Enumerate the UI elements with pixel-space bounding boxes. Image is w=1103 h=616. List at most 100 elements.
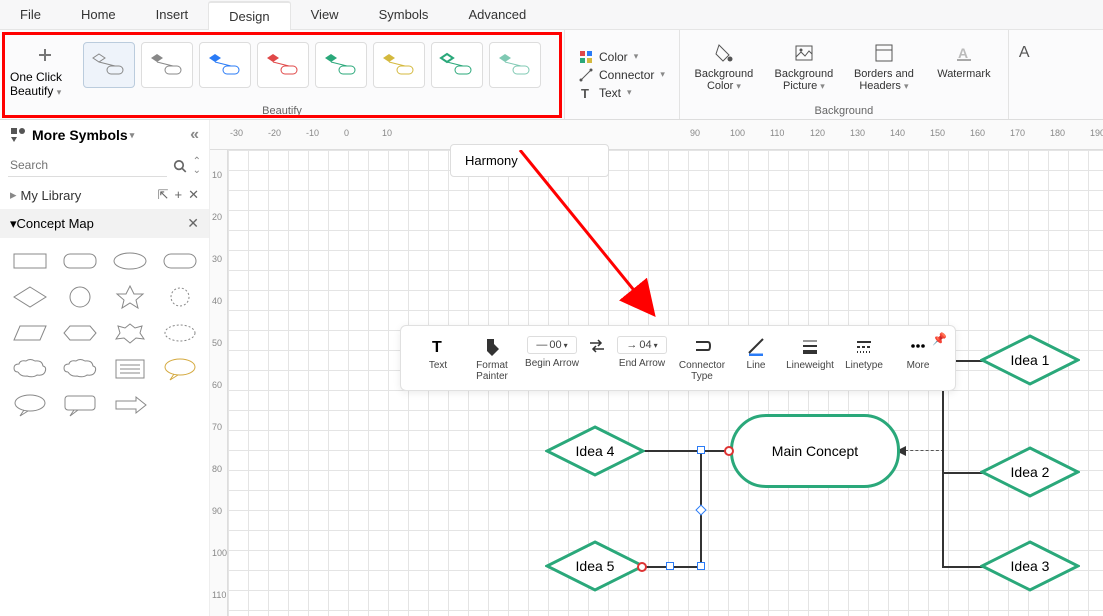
sel-handle-bot-l[interactable] — [666, 562, 674, 570]
beautify-group-label: Beautify — [262, 105, 302, 117]
shape-roundrect[interactable] — [58, 246, 102, 276]
svg-text:T: T — [581, 86, 589, 100]
node-idea3[interactable]: Idea 3 — [980, 540, 1080, 592]
conn-point-main[interactable] — [724, 446, 734, 456]
category-concept-map[interactable]: ▾ Concept Map ✕ — [0, 209, 209, 238]
shape-star[interactable] — [108, 282, 152, 312]
my-library-row[interactable]: ▸ My Library ⇱ + ✕ — [0, 181, 209, 209]
sidebar: More Symbols▾ « ⌃⌄ ▸ My Library ⇱ + ✕ ▾ … — [0, 120, 210, 616]
shape-note[interactable] — [108, 354, 152, 384]
svg-text:T: T — [432, 339, 442, 356]
beautify-group: One Click Beautify ▾ Beautify — [0, 30, 564, 119]
theme-thumb-4[interactable] — [257, 42, 309, 88]
tab-advanced[interactable]: Advanced — [448, 1, 546, 28]
background-color-button[interactable]: Background Color ▾ — [684, 38, 764, 92]
ft-begin-arrow-select[interactable]: —00▾Begin Arrow — [519, 332, 585, 384]
shape-circle[interactable] — [58, 282, 102, 312]
shape-speech-yellow[interactable] — [158, 354, 202, 384]
tab-design[interactable]: Design — [208, 1, 290, 31]
theme-thumb-2[interactable] — [141, 42, 193, 88]
ft-lineweight-button[interactable]: Lineweight — [783, 332, 837, 384]
shape-cloud2[interactable] — [58, 354, 102, 384]
ribbon-overflow[interactable]: A — [1008, 30, 1038, 119]
shape-palette — [0, 238, 209, 428]
theme-thumb-1[interactable] — [83, 42, 135, 88]
shapes-icon — [10, 127, 26, 143]
close-category-icon[interactable]: ✕ — [187, 215, 199, 232]
scroll-buttons[interactable]: ⌃⌄ — [193, 157, 201, 175]
theme-thumb-3[interactable] — [199, 42, 251, 88]
ruler-horizontal: -30-20-100109010011012013014015016017018… — [210, 120, 1103, 150]
ft-connector-type-button[interactable]: Connector Type — [675, 332, 729, 384]
edge-right-trunk[interactable] — [942, 360, 944, 568]
shape-burst[interactable] — [158, 282, 202, 312]
shape-arrow-block[interactable] — [108, 390, 152, 420]
edge-vertical-selected[interactable] — [700, 450, 702, 510]
sparkle-icon — [34, 44, 56, 66]
sel-handle-bot[interactable] — [697, 562, 705, 570]
tab-symbols[interactable]: Symbols — [359, 1, 449, 28]
shape-hexagon[interactable] — [58, 318, 102, 348]
shape-pill[interactable] — [158, 246, 202, 276]
edge-main-right[interactable] — [900, 450, 944, 452]
shape-spiky[interactable] — [108, 318, 152, 348]
shape-cloud-dashed[interactable] — [158, 318, 202, 348]
theme-thumb-8[interactable] — [489, 42, 541, 88]
ft-linetype-button[interactable]: Linetype — [837, 332, 891, 384]
shape-rectangle[interactable] — [8, 246, 52, 276]
search-input[interactable] — [8, 154, 167, 177]
color-group: Color▾ Connector▾ TText▾ — [564, 30, 679, 119]
theme-thumb-6[interactable] — [373, 42, 425, 88]
shape-cloud1[interactable] — [8, 354, 52, 384]
background-group: Background Color ▾ Background Picture ▾ … — [679, 30, 1008, 119]
canvas[interactable]: -30-20-100109010011012013014015016017018… — [210, 150, 1103, 616]
conn-point-idea5[interactable] — [637, 562, 647, 572]
add-library-icon[interactable]: + — [175, 187, 183, 203]
one-click-beautify-button[interactable]: One Click Beautify ▾ — [10, 38, 80, 98]
shape-diamond[interactable] — [8, 282, 52, 312]
tab-view[interactable]: View — [291, 1, 359, 28]
delete-library-icon[interactable]: ✕ — [188, 187, 199, 203]
tab-insert[interactable]: Insert — [136, 1, 209, 28]
background-group-label: Background — [815, 105, 874, 117]
ribbon: One Click Beautify ▾ Beautify Color▾ Con… — [0, 30, 1103, 120]
svg-text:A: A — [958, 45, 968, 61]
node-idea1[interactable]: Idea 1 — [980, 334, 1080, 386]
search-icon[interactable] — [173, 158, 187, 174]
ft-line-button[interactable]: Line — [729, 332, 783, 384]
menubar: File Home Insert Design View Symbols Adv… — [0, 0, 1103, 30]
theme-thumb-7[interactable] — [431, 42, 483, 88]
shape-speech-round[interactable] — [8, 390, 52, 420]
ft-swap-arrows-button[interactable] — [585, 332, 609, 384]
node-idea5[interactable]: Idea 5 — [545, 540, 645, 592]
watermark-button[interactable]: AWatermark — [924, 38, 1004, 80]
edge-idea4-main[interactable] — [640, 450, 732, 452]
borders-headers-button[interactable]: Borders and Headers ▾ — [844, 38, 924, 92]
edge-vertical-lower[interactable] — [700, 510, 702, 566]
shape-ellipse[interactable] — [108, 246, 152, 276]
collapse-sidebar-button[interactable]: « — [190, 126, 199, 144]
pin-toolbar-icon[interactable]: 📌 — [932, 332, 947, 346]
connector-menu-button[interactable]: Connector▾ — [579, 66, 665, 84]
text-menu-button[interactable]: TText▾ — [579, 84, 665, 102]
import-library-icon[interactable]: ⇱ — [158, 187, 169, 203]
ft-text-button[interactable]: TText — [411, 332, 465, 384]
color-menu-button[interactable]: Color▾ — [579, 48, 665, 66]
node-idea2[interactable]: Idea 2 — [980, 446, 1080, 498]
ft-end-arrow-select[interactable]: →04▾End Arrow — [609, 332, 675, 384]
theme-thumb-5[interactable] — [315, 42, 367, 88]
sidebar-header: More Symbols▾ « — [0, 120, 209, 150]
node-main-concept[interactable]: Main Concept — [730, 414, 900, 488]
tab-file[interactable]: File — [0, 1, 61, 28]
floating-toolbar: 📌 TText Format Painter —00▾Begin Arrow →… — [400, 325, 956, 391]
ft-format-painter-button[interactable]: Format Painter — [465, 332, 519, 384]
node-idea4[interactable]: Idea 4 — [545, 425, 645, 477]
shape-speech-rect[interactable] — [58, 390, 102, 420]
shape-parallelogram[interactable] — [8, 318, 52, 348]
background-picture-button[interactable]: Background Picture ▾ — [764, 38, 844, 92]
ruler-vertical: 102030405060708090100110 — [210, 150, 228, 616]
tab-home[interactable]: Home — [61, 1, 136, 28]
search-row: ⌃⌄ — [0, 150, 209, 181]
overflow-a-icon: A — [1013, 38, 1036, 68]
sel-handle-top[interactable] — [697, 446, 705, 454]
